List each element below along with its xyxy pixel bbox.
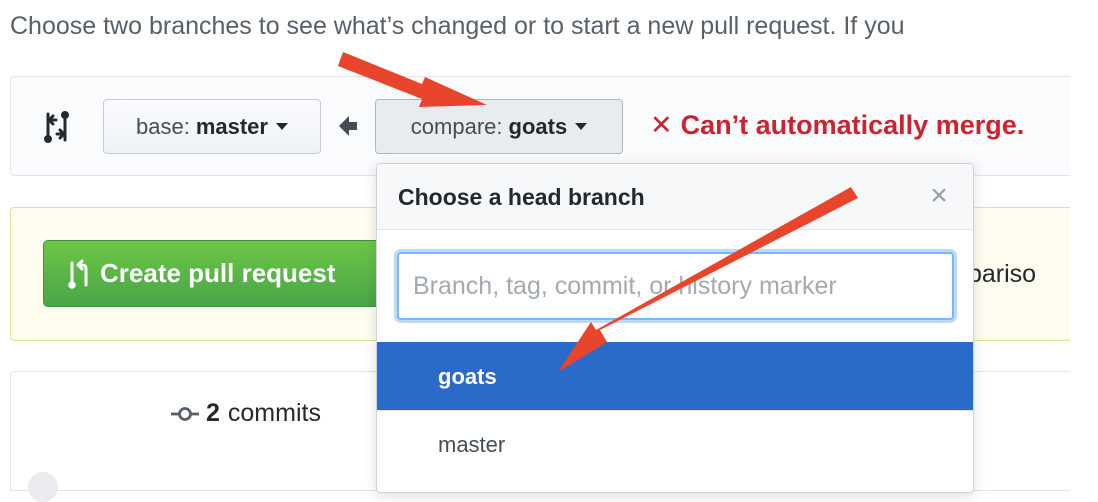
compare-branch-prefix: compare: — [410, 113, 503, 139]
intro-text: Choose two branches to see what’s change… — [10, 12, 905, 40]
chevron-down-icon — [275, 123, 288, 130]
base-branch-prefix: base: — [136, 113, 190, 139]
git-commit-icon — [171, 406, 199, 421]
branch-item-label: goats — [438, 363, 497, 389]
branch-filter-input[interactable] — [397, 252, 954, 320]
base-branch-name: master — [195, 113, 268, 139]
branch-select-menu: Choose a head branch × goats master — [376, 163, 974, 493]
merge-status-text: Can’t automatically merge. — [680, 110, 1025, 140]
merge-status: ✕ Can’t automatically merge. — [650, 110, 1024, 141]
base-branch-button[interactable]: base: master — [103, 99, 321, 154]
commits-link[interactable]: 2 commits — [170, 399, 321, 428]
close-icon[interactable]: × — [925, 181, 953, 211]
compare-branch-button[interactable]: compare: goats — [375, 99, 623, 154]
commits-count: 2 — [206, 399, 220, 427]
arrow-left-icon — [339, 116, 357, 136]
git-compare-icon — [44, 111, 69, 143]
create-pull-request-label: Create pull request — [100, 258, 336, 288]
branch-select-title: Choose a head branch — [398, 184, 645, 210]
branch-item-master[interactable]: master — [377, 410, 973, 478]
branch-item-label: master — [438, 431, 506, 457]
git-pull-request-icon — [68, 259, 88, 289]
create-pull-request-button[interactable]: Create pull request — [43, 240, 403, 307]
avatar — [28, 472, 58, 502]
commits-label: commits — [227, 399, 321, 427]
compare-branch-name: goats — [508, 113, 568, 139]
chevron-down-icon — [575, 123, 588, 130]
branch-item-goats[interactable]: goats — [377, 342, 973, 410]
x-icon: ✕ — [650, 110, 673, 140]
comparison-text: pariso — [968, 260, 1037, 288]
